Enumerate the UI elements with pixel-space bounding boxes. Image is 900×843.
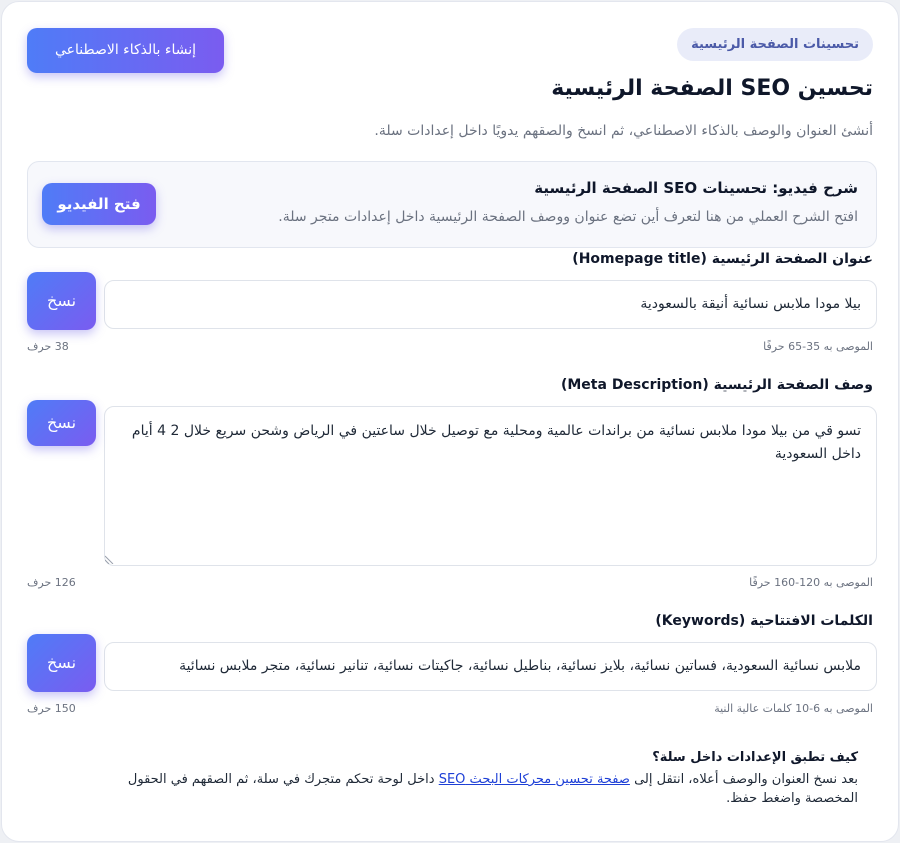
copy-title-button[interactable]: نسخ <box>27 272 96 330</box>
description-char-count: 126 حرف <box>27 576 76 589</box>
section-tag: تحسينات الصفحة الرئيسية <box>677 28 873 61</box>
page-subtitle: أنشئ العنوان والوصف بالذكاء الاصطناعي، ث… <box>374 123 873 139</box>
keywords-input[interactable]: ملابس نسائية السعودية، فساتين نسائية، بل… <box>104 642 877 691</box>
seo-page-link[interactable]: صفحة تحسين محركات البحث SEO <box>439 772 630 787</box>
title-length-hint: الموصى به 35-65 حرفًا <box>763 340 873 353</box>
meta-description-label: وصف الصفحة الرئيسية (Meta Description) <box>560 377 873 393</box>
resize-handle-icon[interactable] <box>105 555 114 564</box>
page-title: تحسين SEO الصفحة الرئيسية <box>551 76 873 101</box>
copy-keywords-button[interactable]: نسخ <box>27 634 96 692</box>
video-description: افتح الشرح العملي من هنا لتعرف أين تضع ع… <box>278 209 858 225</box>
generate-ai-button[interactable]: إنشاء بالذكاء الاصطناعي <box>27 28 224 73</box>
open-video-button[interactable]: فتح الفيديو <box>42 183 156 225</box>
keywords-char-count: 150 حرف <box>27 702 76 715</box>
description-length-hint: الموصى به 120-160 حرفًا <box>749 576 873 589</box>
meta-description-textarea[interactable]: تسو ﻗﻲ من بيلا مودا ملابس نسائية من بران… <box>104 406 877 566</box>
video-title: شرح فيديو: تحسينات SEO الصفحة الرئيسية <box>534 179 858 197</box>
keywords-label: الكلمات الافتتاحية (Keywords) <box>655 613 873 629</box>
copy-description-button[interactable]: نسخ <box>27 400 96 446</box>
how-to-text: بعد نسخ العنوان والوصف أعلاه، انتقل إلى … <box>98 770 858 808</box>
keywords-hint: الموصى به 6-10 كلمات عالية النية <box>714 702 873 715</box>
homepage-title-label: عنوان الصفحة الرئيسية (Homepage title) <box>572 251 873 267</box>
seo-card: تحسينات الصفحة الرئيسية إنشاء بالذكاء ال… <box>1 1 899 842</box>
how-to-title: كيف تطبق الإعدادات داخل سلة؟ <box>652 750 858 765</box>
how-to-text-before: بعد نسخ العنوان والوصف أعلاه، انتقل إلى <box>634 772 858 787</box>
homepage-title-input[interactable]: بيلا مودا ملابس نسائية أنيقة بالسعودية <box>104 280 877 329</box>
title-char-count: 38 حرف <box>27 340 69 353</box>
